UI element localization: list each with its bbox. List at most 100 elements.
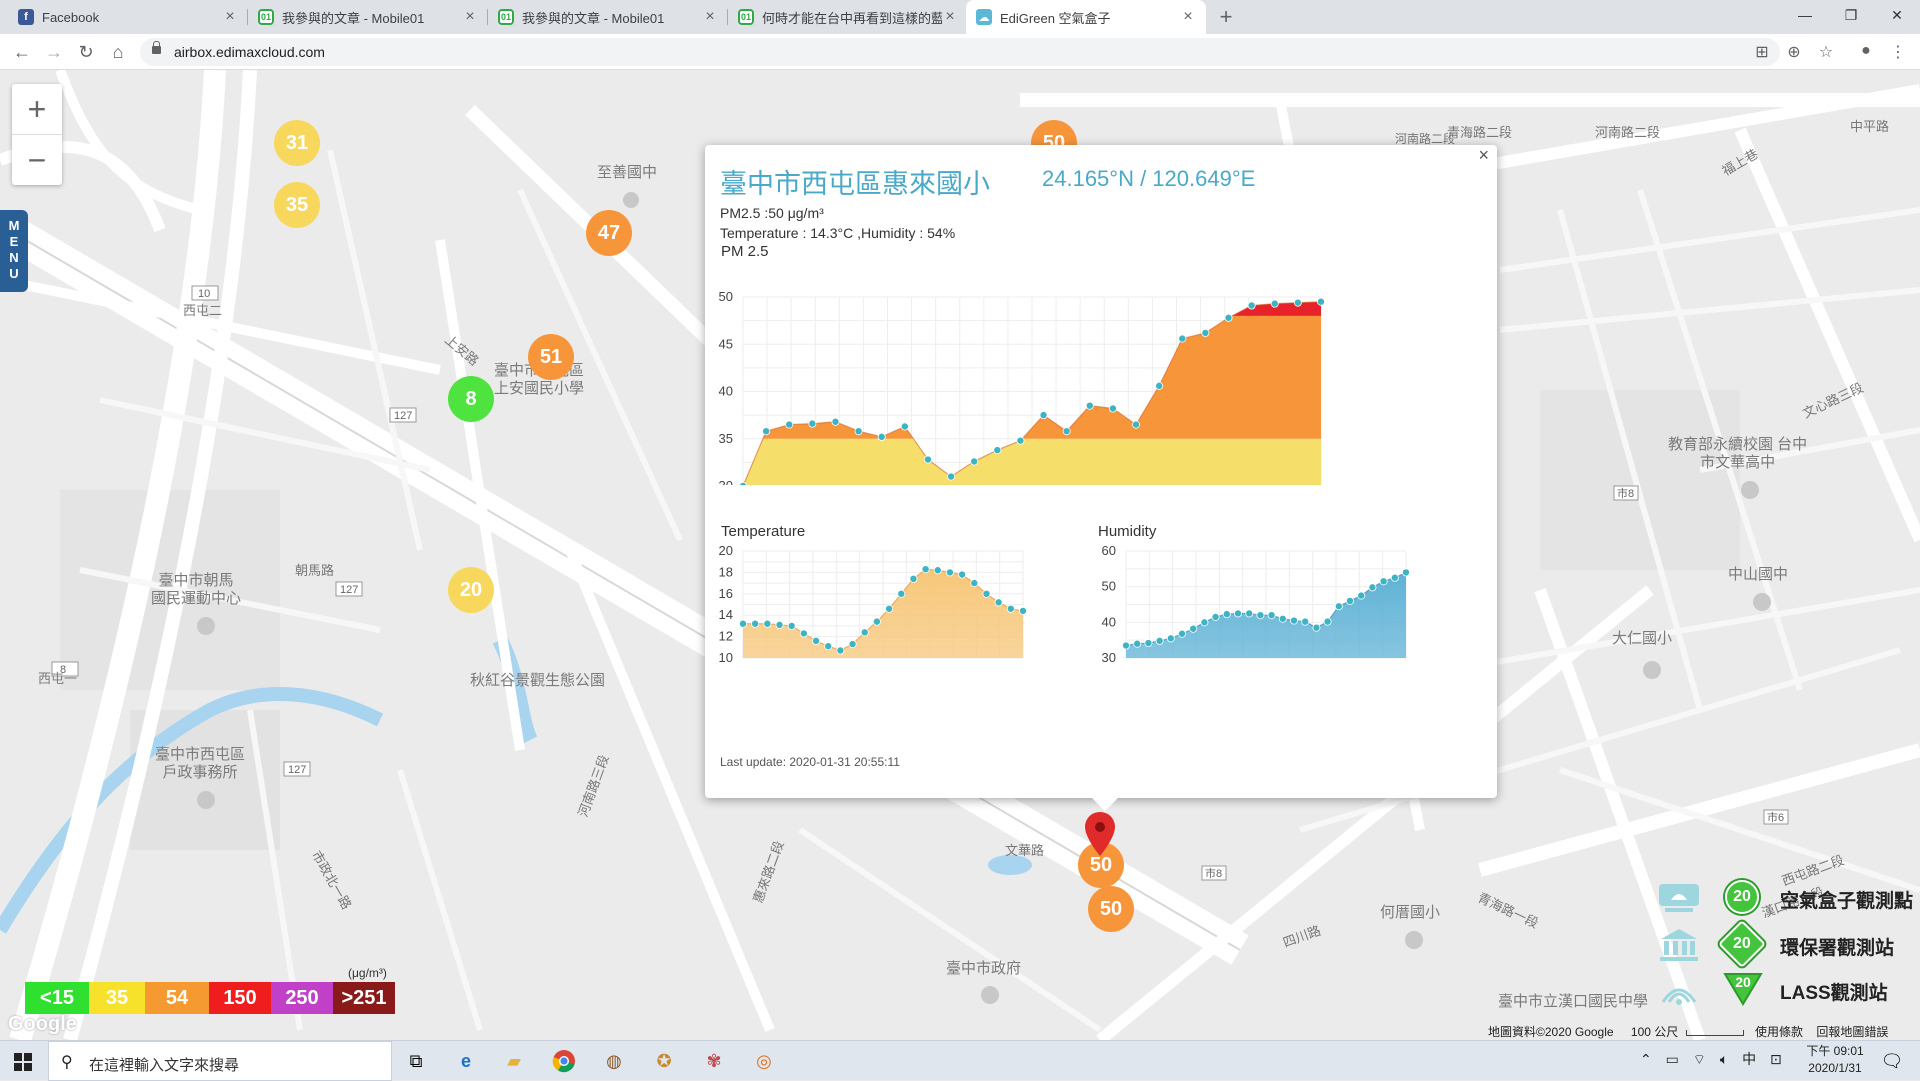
place-label: 何厝國小: [1380, 904, 1441, 921]
close-tab-icon[interactable]: ×: [462, 8, 478, 26]
legend-item-lass[interactable]: 20 LASS觀測站: [1657, 970, 1920, 1014]
government-building-icon: [1660, 929, 1698, 961]
legend-item-airbox[interactable]: 20 空氣盒子觀測點: [1657, 878, 1920, 922]
aqi-marker[interactable]: 51: [528, 334, 574, 380]
profile-icon[interactable]: ●: [1856, 42, 1876, 60]
data-point: [994, 598, 1003, 607]
more-menu-icon[interactable]: ⋮: [1888, 42, 1908, 62]
data-point: [1245, 609, 1254, 618]
tab-mobile01-3[interactable]: 01 何時才能在台中再看到這樣的藍 ×: [728, 0, 968, 34]
ime-indicator[interactable]: 中: [1742, 1051, 1756, 1067]
tab-facebook[interactable]: f Facebook ×: [8, 0, 248, 34]
place-label: 至善國中: [597, 164, 658, 181]
data-point: [1270, 299, 1279, 308]
zoom-icon[interactable]: ⊕: [1784, 42, 1804, 62]
new-tab-button[interactable]: +: [1213, 4, 1239, 30]
road-label: 河南路二段: [1595, 125, 1661, 140]
data-point: [739, 619, 748, 628]
volume-icon[interactable]: 🔈︎: [1720, 1051, 1728, 1067]
app-icon[interactable]: ◎: [750, 1047, 778, 1075]
map-scale: 100 公尺: [1630, 1025, 1679, 1039]
aqi-marker[interactable]: 47: [586, 210, 632, 256]
aqi-marker[interactable]: 8: [448, 376, 494, 422]
app-icon[interactable]: ✾: [700, 1047, 728, 1075]
reload-icon[interactable]: ↻: [74, 40, 98, 64]
home-icon[interactable]: ⌂: [106, 40, 130, 64]
menu-button[interactable]: M E N U: [0, 210, 28, 292]
data-point: [1155, 381, 1164, 390]
file-explorer-icon[interactable]: ▰: [500, 1047, 528, 1075]
windows-start-icon[interactable]: [14, 1053, 32, 1071]
network-icon[interactable]: ⌔: [1693, 1051, 1706, 1067]
data-point: [1247, 301, 1256, 310]
data-point: [860, 628, 869, 637]
address-bar[interactable]: airbox.edimaxcloud.com: [140, 38, 1780, 66]
lock-icon: [152, 41, 161, 54]
data-point: [1334, 602, 1343, 611]
terms-link[interactable]: 使用條款: [1755, 1025, 1803, 1039]
close-tab-icon[interactable]: ×: [702, 8, 718, 26]
station-info-popup: × 臺中市西屯區惠來國小 24.165°N / 120.649°E PM2.5 …: [705, 145, 1497, 811]
data-point: [1301, 617, 1310, 626]
data-point: [970, 457, 979, 466]
aqi-marker[interactable]: 35: [274, 182, 320, 228]
lass-station-icon: [1661, 988, 1697, 1005]
zoom-in-button[interactable]: +: [12, 84, 62, 134]
facebook-icon: f: [18, 9, 34, 25]
browser-tabstrip: f Facebook × 01 我參與的文章 - Mobile01 × 01 我…: [0, 0, 1920, 34]
data-point: [1256, 611, 1265, 620]
ime-mode-icon[interactable]: ⊡: [1770, 1051, 1782, 1067]
chrome-icon[interactable]: [550, 1047, 578, 1075]
y-tick-label: 12: [719, 629, 733, 644]
y-tick-label: 10: [719, 650, 733, 665]
taskbar-search-box[interactable]: ⚲ 在這裡輸入文字來搜尋: [48, 1041, 392, 1081]
minimize-icon[interactable]: —: [1782, 0, 1828, 30]
data-point: [1189, 624, 1198, 633]
data-point: [824, 642, 833, 651]
scale-item: 35: [89, 982, 145, 1014]
mobile01-icon: 01: [498, 9, 514, 25]
translate-icon[interactable]: ⊞: [1752, 42, 1772, 62]
close-tab-icon[interactable]: ×: [1180, 8, 1196, 26]
back-icon[interactable]: ←: [10, 40, 34, 64]
app-icon[interactable]: ✪: [650, 1047, 678, 1075]
report-error-link[interactable]: 回報地圖錯誤: [1816, 1025, 1888, 1039]
legend-count: 20: [1735, 974, 1751, 990]
zoom-out-button[interactable]: −: [12, 135, 62, 185]
bookmark-star-icon[interactable]: ☆: [1816, 42, 1836, 62]
data-point: [970, 579, 979, 588]
aqi-marker[interactable]: 31: [274, 120, 320, 166]
forward-icon[interactable]: →: [42, 40, 66, 64]
close-tab-icon[interactable]: ×: [222, 8, 238, 26]
pm25-chart: 303540455021010509131721: [719, 289, 1326, 485]
data-point: [1006, 604, 1015, 613]
tab-mobile01-2[interactable]: 01 我參與的文章 - Mobile01 ×: [488, 0, 728, 34]
aqi-marker[interactable]: 20: [448, 567, 494, 613]
windows-taskbar: ⚲ 在這裡輸入文字來搜尋 ⧉ e ▰ ◍ ✪ ✾ ◎ ⌃ ▭ ⌔ 🔈︎ 中 ⊡ …: [0, 1040, 1920, 1081]
map-canvas[interactable]: 10 127 127 127 市8 市6 市8 8 至善國中 臺中市西屯區 上安…: [0, 70, 1920, 1040]
selected-location-pin-icon[interactable]: [1085, 812, 1115, 856]
restore-icon[interactable]: ❐: [1828, 0, 1874, 30]
data-point: [1144, 639, 1153, 648]
data-point: [1312, 623, 1321, 632]
edge-browser-icon[interactable]: e: [452, 1047, 480, 1075]
data-point: [812, 636, 821, 645]
y-tick-label: 60: [1102, 543, 1116, 558]
task-view-icon[interactable]: ⧉: [402, 1047, 430, 1075]
app-icon[interactable]: ◍: [600, 1047, 628, 1075]
close-tab-icon[interactable]: ×: [942, 8, 958, 26]
notification-icon[interactable]: 🗨︎: [1878, 1047, 1906, 1075]
data-point: [1062, 427, 1071, 436]
search-icon: ⚲: [61, 1054, 73, 1071]
data-point: [1211, 612, 1220, 621]
data-point: [945, 568, 954, 577]
legend-item-epa[interactable]: 20 環保署觀測站: [1657, 919, 1920, 969]
svg-text:127: 127: [394, 410, 412, 422]
tab-edigreen[interactable]: ☁ EdiGreen 空氣盒子 ×: [966, 0, 1206, 34]
taskbar-clock[interactable]: 下午 09:01 2020/1/31: [1790, 1043, 1880, 1077]
chevron-up-icon[interactable]: ⌃: [1640, 1051, 1652, 1067]
aqi-marker[interactable]: 50: [1088, 886, 1134, 932]
close-window-icon[interactable]: ✕: [1874, 0, 1920, 30]
aqi-color-scale: <15 35 54 150 250 >251: [25, 982, 395, 1014]
tab-mobile01-1[interactable]: 01 我參與的文章 - Mobile01 ×: [248, 0, 488, 34]
